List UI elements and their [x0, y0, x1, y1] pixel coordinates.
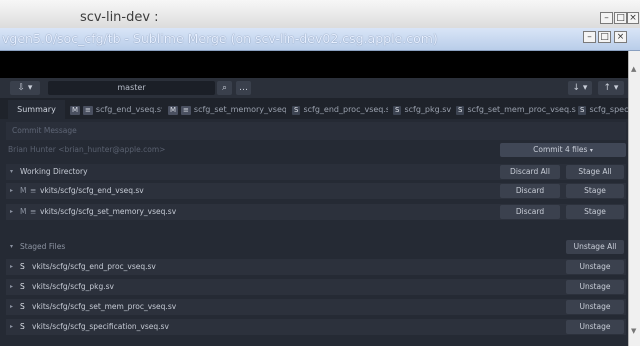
working-file-row[interactable]: ▸ M ≡ vkits/scfg/scfg_set_memory_vseq.sv…	[6, 204, 626, 220]
modified-icon: M	[168, 106, 179, 115]
tab-file[interactable]: Sscfg_end_proc_vseq.sv	[292, 100, 388, 119]
pull-icon[interactable]: ↓ ▾	[568, 81, 592, 95]
tab-file[interactable]: Sscfg_set_mem_proc_vseq.sv	[456, 100, 576, 119]
push-icon[interactable]: ↑ ▾	[598, 81, 624, 95]
minimize-icon[interactable]: –	[600, 12, 613, 24]
staged-file-row[interactable]: ▸ S vkits/scfg/scfg_end_proc_vseq.sv Uns…	[6, 259, 626, 275]
file-icon: ≡	[30, 207, 37, 216]
expand-icon[interactable]: ▸	[10, 299, 13, 315]
discard-button[interactable]: Discard	[500, 184, 560, 198]
commit-author[interactable]: Brian Hunter <brian_hunter@apple.com>	[8, 142, 165, 158]
unstage-button[interactable]: Unstage	[566, 300, 624, 314]
file-icon: ≡	[30, 186, 37, 195]
discard-button[interactable]: Discard	[500, 205, 560, 219]
modified-icon: M	[20, 207, 27, 216]
tab-label: scfg_set_mem_proc_vseq.sv	[467, 105, 576, 114]
commit-button-label: Commit 4 files	[533, 145, 588, 154]
search-icon[interactable]: ⌕	[217, 81, 232, 95]
unstage-button[interactable]: Unstage	[566, 260, 624, 274]
branch-selector[interactable]: master	[48, 81, 215, 95]
staged-icon: S	[393, 106, 402, 115]
stage-button[interactable]: Stage	[566, 184, 624, 198]
outer-window-title: scv-lin-dev :	[80, 10, 159, 25]
more-icon[interactable]: …	[236, 81, 251, 95]
file-path: vkits/scfg/scfg_specification_vseq.sv	[32, 322, 169, 331]
close-icon[interactable]: ×	[627, 12, 639, 24]
expand-icon[interactable]: ▸	[10, 319, 13, 335]
tab-label: scfg_set_memory_vseq.sv	[193, 105, 286, 114]
tab-label: scfg_end_vseq.sv	[95, 105, 162, 114]
unstage-all-button[interactable]: Unstage All	[566, 240, 624, 254]
section-title: Working Directory	[20, 167, 88, 176]
file-icon: ≡	[181, 106, 191, 115]
staged-icon: S	[20, 302, 25, 311]
file-path: vkits/scfg/scfg_end_vseq.sv	[40, 186, 144, 195]
tab-file[interactable]: M ≡ scfg_end_vseq.sv	[70, 100, 162, 119]
staged-icon: S	[20, 282, 25, 291]
window-scrollbar[interactable]: ▲ ▼	[628, 51, 640, 346]
tab-label: scfg_pkg.sv	[404, 105, 451, 114]
expand-icon[interactable]: ▸	[10, 259, 13, 275]
modified-icon: M	[70, 106, 81, 115]
expand-icon[interactable]: ▸	[10, 204, 13, 220]
stage-all-button[interactable]: Stage All	[566, 165, 624, 179]
file-path: vkits/scfg/scfg_pkg.sv	[32, 282, 114, 291]
staged-files-header[interactable]: ▾ Staged Files Unstage All	[6, 239, 626, 255]
stage-button[interactable]: Stage	[566, 205, 624, 219]
staged-file-row[interactable]: ▸ S vkits/scfg/scfg_set_mem_proc_vseq.sv…	[6, 299, 626, 315]
modified-icon: M	[20, 186, 27, 195]
file-path: vkits/scfg/scfg_set_mem_proc_vseq.sv	[32, 302, 177, 311]
staged-file-row[interactable]: ▸ S vkits/scfg/scfg_specification_vseq.s…	[6, 319, 626, 335]
tab-label: scfg_end_proc_vseq.sv	[303, 105, 388, 114]
inner-close-icon[interactable]: ×	[614, 31, 627, 43]
file-path: vkits/scfg/scfg_set_memory_vseq.sv	[40, 207, 177, 216]
commit-message-input[interactable]: Commit Message	[6, 122, 626, 140]
file-path: vkits/scfg/scfg_end_proc_vseq.sv	[32, 262, 156, 271]
tab-summary[interactable]: Summary	[8, 100, 65, 119]
inner-minimize-icon[interactable]: –	[583, 31, 596, 43]
tab-file[interactable]: M≡scfg_set_memory_vseq.sv	[168, 100, 286, 119]
collapse-icon[interactable]: ▾	[10, 239, 13, 255]
file-icon: ≡	[83, 106, 93, 115]
maximize-icon[interactable]: □	[614, 12, 627, 24]
working-file-row[interactable]: ▸ M ≡ vkits/scfg/scfg_end_vseq.sv Discar…	[6, 183, 626, 199]
tab-file[interactable]: Sscfg_specifi	[578, 100, 628, 119]
staged-icon: S	[292, 106, 301, 115]
working-directory-header[interactable]: ▾ Working Directory Discard All Stage Al…	[6, 164, 626, 180]
staged-icon: S	[20, 262, 25, 271]
commit-placeholder: Commit Message	[12, 126, 77, 135]
staged-icon: S	[20, 322, 25, 331]
commit-button[interactable]: Commit 4 files ▾	[500, 143, 626, 157]
staged-icon: S	[578, 106, 587, 115]
collapse-icon[interactable]: ▾	[10, 164, 13, 180]
stash-icon[interactable]: ⇩ ▾	[10, 81, 40, 95]
unstage-button[interactable]: Unstage	[566, 280, 624, 294]
tab-label: scfg_specifi	[589, 105, 628, 114]
scroll-down-icon[interactable]: ▼	[631, 327, 636, 335]
chevron-down-icon: ▾	[589, 147, 593, 154]
expand-icon[interactable]: ▸	[10, 279, 13, 295]
menu-area	[0, 51, 628, 78]
section-title: Staged Files	[20, 242, 66, 251]
staged-file-row[interactable]: ▸ S vkits/scfg/scfg_pkg.sv Unstage	[6, 279, 626, 295]
unstage-button[interactable]: Unstage	[566, 320, 624, 334]
tab-file[interactable]: Sscfg_pkg.sv	[393, 100, 451, 119]
inner-window-title: vgen5.0/soc_cfg/tb - Sublime Merge (on s…	[2, 31, 438, 46]
scroll-up-icon[interactable]: ▲	[631, 65, 636, 73]
staged-icon: S	[456, 106, 465, 115]
inner-maximize-icon[interactable]: □	[598, 31, 611, 43]
expand-icon[interactable]: ▸	[10, 183, 13, 199]
tab-label: Summary	[17, 105, 56, 114]
discard-all-button[interactable]: Discard All	[500, 165, 560, 179]
